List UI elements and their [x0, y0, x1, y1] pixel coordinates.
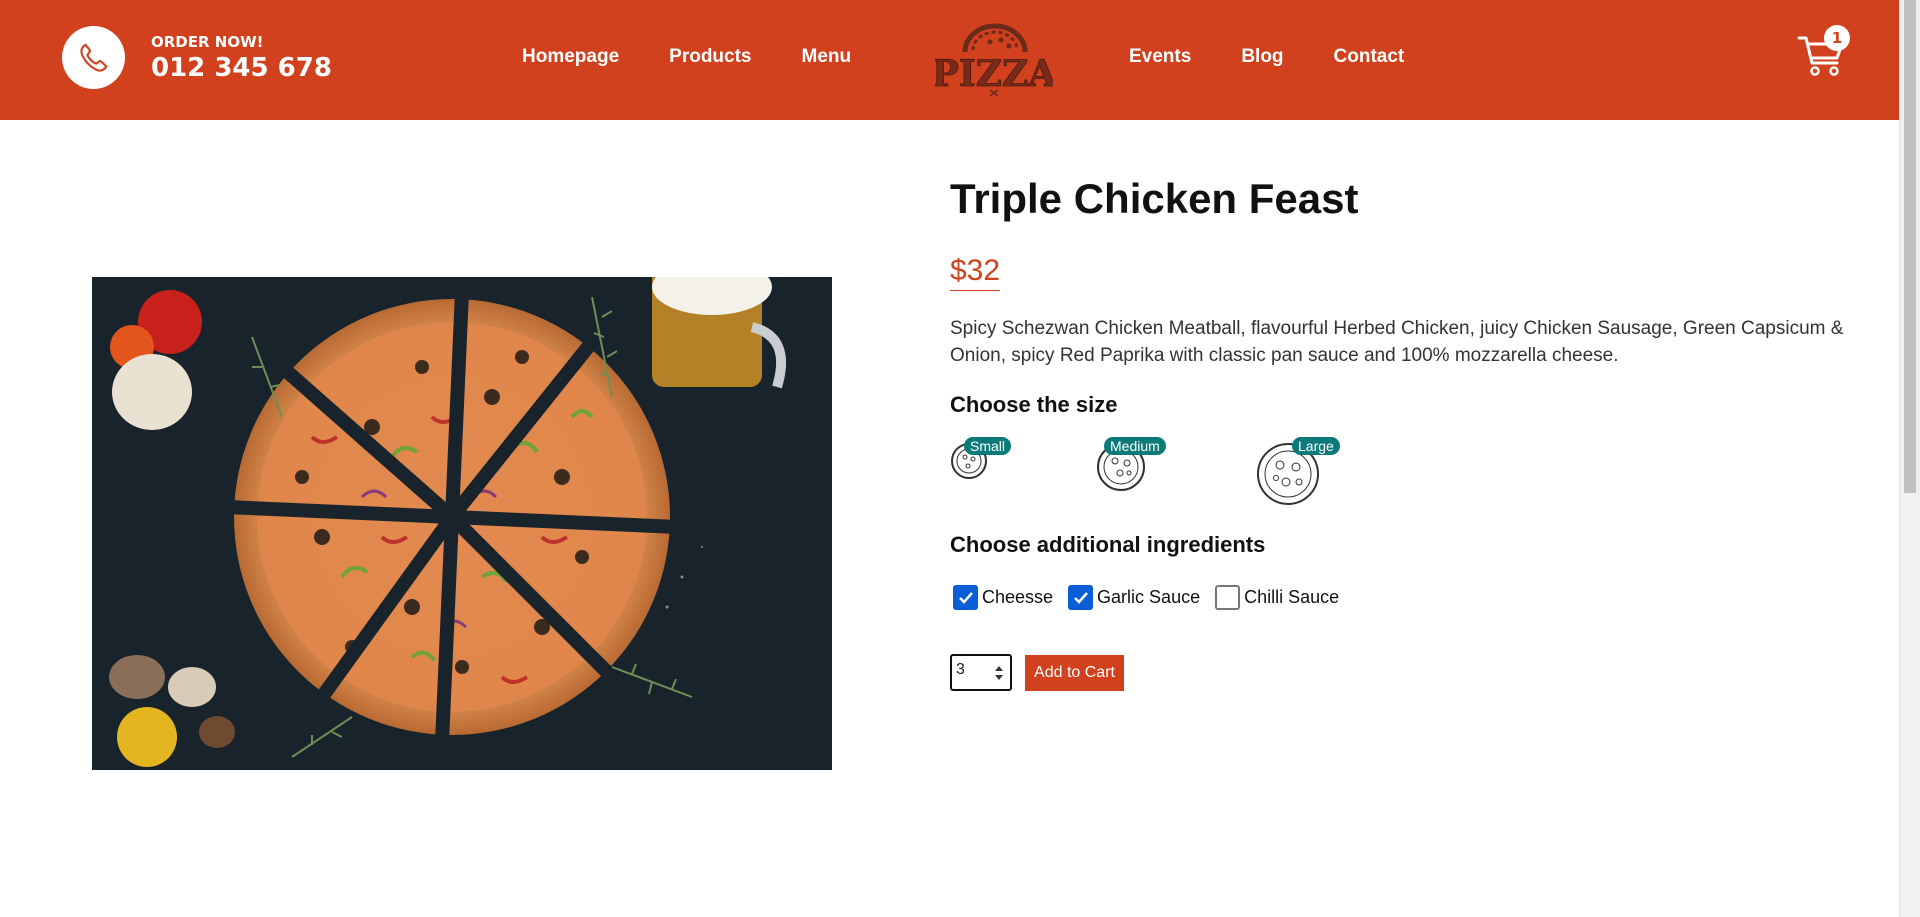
- size-small-label: Small: [964, 437, 1012, 455]
- quantity-input[interactable]: 3: [950, 654, 1012, 691]
- nav-right: Events Blog Contact: [1129, 46, 1404, 68]
- ingredient-cheese-label: Cheesse: [982, 587, 1054, 607]
- pizza-logo[interactable]: PIZZA: [935, 22, 1053, 98]
- size-section-title: Choose the size: [950, 392, 1118, 417]
- size-large-label: Large: [1292, 437, 1340, 455]
- nav-events[interactable]: Events: [1129, 46, 1191, 68]
- scrollbar-thumb[interactable]: [1904, 0, 1916, 493]
- ingredient-cheese[interactable]: Cheesse: [953, 585, 1053, 610]
- add-to-cart-button[interactable]: Add to Cart: [1025, 655, 1124, 691]
- size-small[interactable]: Small: [950, 437, 1012, 484]
- size-medium-label: Medium: [1104, 437, 1166, 455]
- cart-count-badge: 1: [1824, 25, 1850, 51]
- quantity-value: 3: [956, 661, 965, 678]
- garlic-sauce-checkbox[interactable]: [1068, 585, 1094, 610]
- checkmark-icon: [958, 591, 973, 604]
- nav-menu[interactable]: Menu: [802, 46, 852, 68]
- product-description: Spicy Schezwan Chicken Meatball, flavour…: [950, 318, 1844, 366]
- size-medium[interactable]: Medium: [1096, 437, 1166, 496]
- product-price: $32: [950, 254, 1001, 291]
- size-large[interactable]: Large: [1256, 437, 1340, 510]
- order-phone-number: 012 345 678: [151, 52, 332, 83]
- checkmark-icon: [1073, 591, 1088, 604]
- quantity-spinner-icon[interactable]: [993, 664, 1005, 682]
- nav-blog[interactable]: Blog: [1241, 46, 1283, 68]
- navbar: ORDER NOW! 012 345 678 Homepage Products…: [0, 0, 1899, 120]
- ingredient-garlic-sauce-label: Garlic Sauce: [1097, 587, 1201, 607]
- phone-button[interactable]: [62, 26, 125, 89]
- logo-text: PIZZA: [935, 53, 1053, 95]
- order-now: ORDER NOW! 012 345 678: [62, 26, 332, 89]
- ingredient-chilli-sauce-label: Chilli Sauce: [1244, 587, 1340, 607]
- ingredient-garlic-sauce[interactable]: Garlic Sauce: [1068, 585, 1200, 610]
- nav-contact[interactable]: Contact: [1334, 46, 1405, 68]
- cheese-checkbox[interactable]: [953, 585, 978, 610]
- pizza-image: [92, 277, 832, 770]
- page-scrollbar[interactable]: [1899, 0, 1920, 917]
- nav-homepage[interactable]: Homepage: [522, 46, 619, 68]
- ingredients-list: Cheesse Garlic Sauce Chilli Sauce: [953, 585, 1354, 610]
- ingredient-chilli-sauce[interactable]: Chilli Sauce: [1215, 585, 1339, 610]
- nav-products[interactable]: Products: [669, 46, 751, 68]
- order-now-label: ORDER NOW!: [151, 32, 264, 51]
- product-image: [92, 277, 832, 770]
- phone-icon: [79, 43, 107, 72]
- product-title: Triple Chicken Feast: [950, 175, 1359, 222]
- ingredients-section-title: Choose additional ingredients: [950, 532, 1266, 557]
- nav-left: Homepage Products Menu: [522, 46, 851, 68]
- chilli-sauce-checkbox[interactable]: [1215, 585, 1241, 610]
